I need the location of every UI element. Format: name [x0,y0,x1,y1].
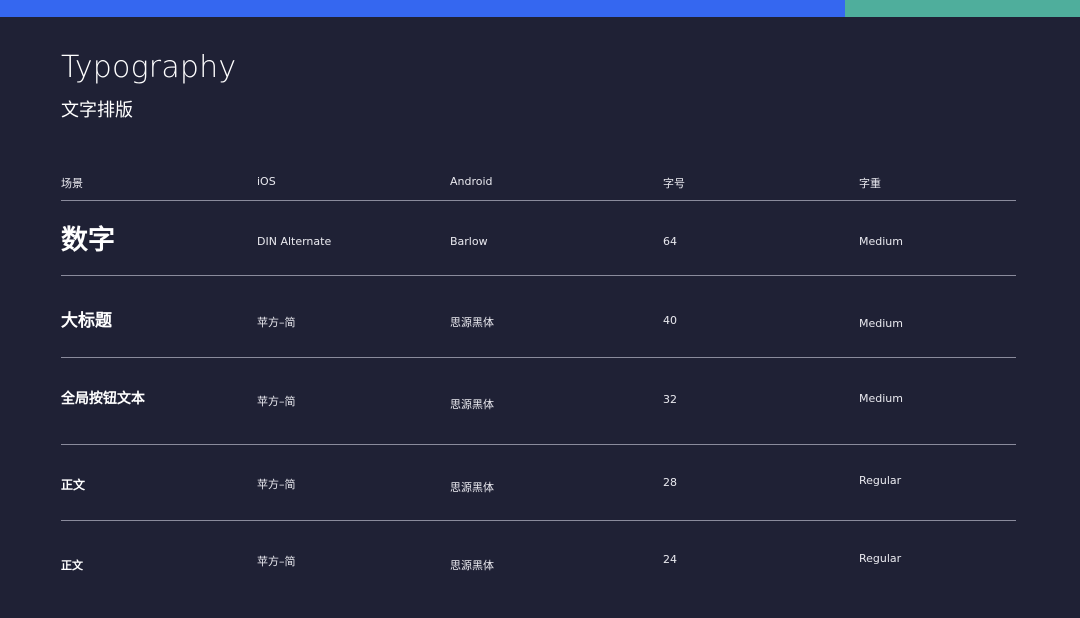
table-row: 大标题 苹方–简 思源黑体 40 Medium [61,276,1016,358]
ios-font-cell: DIN Alternate [257,235,332,248]
accent-bar-green [845,0,1080,17]
typography-table: 场景 iOS Android 字号 字重 数字 DIN Alternate Ba… [61,172,1016,611]
android-font-cell: 思源黑体 [450,398,494,411]
column-header-weight: 字重 [859,177,881,190]
table-row: 数字 DIN Alternate Barlow 64 Medium [61,201,1016,276]
table-header-row: 场景 iOS Android 字号 字重 [61,172,1016,201]
ios-font-cell: 苹方–简 [257,395,296,408]
scene-cell: 全局按钮文本 [61,391,145,407]
font-size-cell: 40 [663,314,677,327]
font-weight-cell: Medium [859,392,903,405]
table-row: 全局按钮文本 苹方–简 思源黑体 32 Medium [61,358,1016,445]
font-size-cell: 64 [663,235,677,248]
android-font-cell: 思源黑体 [450,316,494,329]
scene-cell: 正文 [61,559,83,572]
table-row: 正文 苹方–简 思源黑体 24 Regular [61,521,1016,611]
font-weight-cell: Medium [859,235,903,248]
font-size-cell: 28 [663,476,677,489]
ios-font-cell: 苹方–简 [257,555,296,568]
android-font-cell: 思源黑体 [450,481,494,494]
font-size-cell: 32 [663,393,677,406]
column-header-size: 字号 [663,177,685,190]
font-weight-cell: Regular [859,474,902,487]
column-header-android: Android [450,175,493,188]
column-header-ios: iOS [257,175,276,188]
table-row: 正文 苹方–简 思源黑体 28 Regular [61,445,1016,521]
android-font-cell: Barlow [450,235,488,248]
android-font-cell: 思源黑体 [450,559,494,572]
accent-bar-blue [0,0,845,17]
top-accent-bar [0,0,1080,17]
ios-font-cell: 苹方–简 [257,316,296,329]
font-weight-cell: Regular [859,552,902,565]
scene-cell: 大标题 [61,311,112,331]
scene-cell: 数字 [61,225,115,256]
font-size-cell: 24 [663,553,677,566]
font-weight-cell: Medium [859,317,903,330]
ios-font-cell: 苹方–简 [257,478,296,491]
page-title: Typography [61,50,237,85]
page-subtitle: 文字排版 [61,100,133,121]
column-header-scene: 场景 [61,177,83,190]
scene-cell: 正文 [61,478,86,492]
